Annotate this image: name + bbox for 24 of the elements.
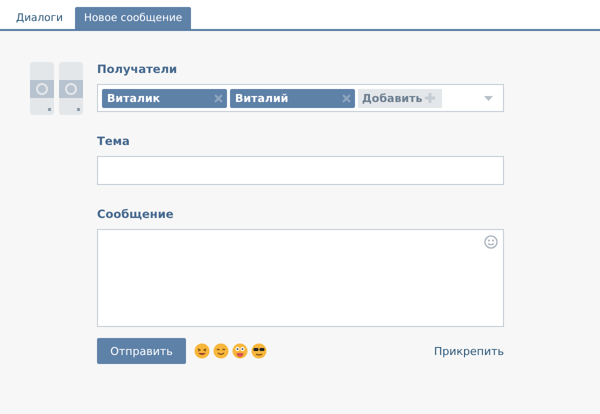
cool-emoji-icon[interactable] bbox=[251, 343, 267, 359]
smile-emoji-icon[interactable] bbox=[213, 343, 229, 359]
recipient-token[interactable]: Виталик bbox=[102, 88, 227, 108]
add-button[interactable]: Добавить bbox=[358, 88, 442, 108]
close-icon[interactable] bbox=[214, 94, 223, 102]
tab[interactable]: Диалоги bbox=[7, 7, 72, 29]
message-field[interactable] bbox=[97, 229, 504, 327]
attach-link[interactable]: Прикрепить bbox=[434, 344, 504, 358]
recipients-field[interactable]: Виталик Виталий Добавить bbox=[97, 84, 504, 112]
camera-placeholder-icon bbox=[59, 62, 83, 115]
field-label: Получатели bbox=[97, 62, 178, 78]
field-label: Тема bbox=[97, 134, 131, 150]
subject-field[interactable] bbox=[97, 156, 504, 185]
dropdown-caret-icon[interactable] bbox=[484, 96, 493, 100]
tab[interactable]: Новое сообщение bbox=[74, 7, 192, 29]
plus-icon bbox=[425, 93, 436, 103]
send-button[interactable]: Отправить bbox=[97, 338, 186, 364]
camera-placeholder-icon bbox=[30, 62, 54, 115]
tongue-emoji-icon[interactable] bbox=[232, 343, 248, 359]
smiley-icon[interactable] bbox=[484, 235, 498, 249]
field-label: Сообщение bbox=[97, 207, 175, 223]
laugh-emoji-icon[interactable] bbox=[194, 343, 210, 359]
recipient-token[interactable]: Виталий bbox=[230, 88, 355, 108]
close-icon[interactable] bbox=[342, 94, 351, 102]
